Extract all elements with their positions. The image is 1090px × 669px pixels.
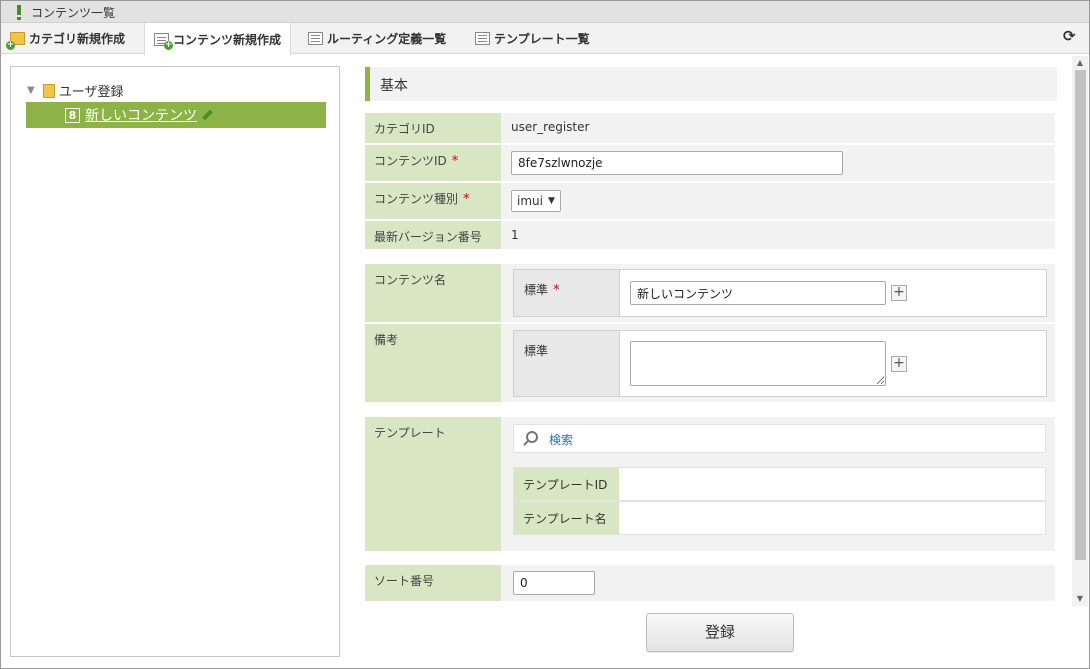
search-icon[interactable]	[526, 431, 538, 443]
template-search-link[interactable]: 検索	[549, 431, 573, 448]
content-name-locale-box: 標準* +	[513, 269, 1047, 317]
content-name-input[interactable]	[630, 281, 886, 305]
section-title: 基本	[380, 78, 408, 94]
list-icon	[475, 32, 490, 45]
row-content-id: コンテンツID *	[365, 145, 1055, 181]
folder-add-icon	[6, 32, 25, 50]
pencil-icon	[199, 108, 213, 122]
tree-node-label: 新しいコンテンツ	[85, 108, 197, 124]
tab-category-create[interactable]: カテゴリ新規作成	[1, 23, 134, 54]
refresh-icon[interactable]: ⟳	[1063, 29, 1077, 44]
scroll-down-icon[interactable]: ▼	[1072, 592, 1088, 606]
required-mark: *	[553, 283, 560, 298]
content-form: 基本 カテゴリID user_register コンテンツID* コンテンツ種別…	[352, 56, 1072, 667]
tab-label: テンプレート一覧	[494, 32, 590, 46]
field-label: 最新バージョン番号	[365, 221, 501, 249]
template-id-label: テンプレートID	[514, 468, 619, 500]
field-label: カテゴリID	[365, 113, 501, 143]
tree-node-new-content[interactable]: 8 新しいコンテンツ	[26, 102, 326, 128]
locale-label: 標準 *	[514, 270, 620, 316]
tab-bar: カテゴリ新規作成 コンテンツ新規作成 ルーティング定義一覧 テンプレート一覧 ⟳	[1, 23, 1089, 55]
row-remarks: 備考 標準 +	[365, 324, 1055, 402]
tree-node-user-register[interactable]: ▼ ユーザ登録	[27, 81, 123, 100]
document-add-icon	[154, 32, 173, 50]
tree-node-label: ユーザ登録	[58, 85, 124, 100]
list-icon	[308, 32, 323, 45]
field-label: ソート番号	[365, 565, 501, 601]
row-sort-order: ソート番号	[365, 565, 1055, 601]
content-number-badge: 8	[65, 107, 80, 123]
scroll-up-icon[interactable]: ▲	[1072, 56, 1088, 70]
title-bar: コンテンツ一覧	[1, 1, 1089, 23]
tab-routing-list[interactable]: ルーティング定義一覧	[299, 23, 455, 54]
remarks-locale-box: 標準 +	[513, 330, 1047, 397]
latest-version-value: 1	[511, 228, 519, 242]
scroll-thumb[interactable]	[1075, 70, 1086, 560]
row-category-id: カテゴリID user_register	[365, 113, 1055, 143]
field-label: 備考	[365, 324, 501, 402]
sort-order-input[interactable]	[513, 571, 595, 595]
category-tree: ▼ ユーザ登録 8 新しいコンテンツ	[10, 66, 340, 657]
field-label: コンテンツID *	[365, 145, 501, 181]
tab-content-create[interactable]: コンテンツ新規作成	[144, 23, 292, 55]
row-content-name: コンテンツ名 標準* +	[365, 264, 1055, 322]
folder-icon	[42, 83, 55, 98]
dropdown-arrow-icon: ▼	[547, 196, 555, 206]
field-label: コンテンツ種別 *	[365, 183, 501, 219]
window-title: コンテンツ一覧	[31, 6, 116, 20]
field-label: コンテンツ名	[365, 264, 501, 322]
content-type-select[interactable]: imui ▼	[511, 190, 561, 212]
locale-label: 標準	[514, 331, 620, 396]
vertical-scrollbar[interactable]: ▲ ▼	[1072, 56, 1088, 606]
content-id-input[interactable]	[511, 151, 843, 175]
row-latest-version: 最新バージョン番号 1	[365, 221, 1055, 249]
category-id-value: user_register	[511, 120, 590, 134]
row-template: テンプレート 検索 テンプレートID テンプレート名	[365, 417, 1055, 551]
register-button[interactable]: 登録	[646, 613, 794, 652]
field-label: テンプレート	[365, 417, 501, 551]
template-search-box: 検索	[513, 424, 1046, 453]
remarks-textarea[interactable]	[630, 341, 886, 386]
section-header: 基本	[365, 67, 1057, 101]
tab-template-list[interactable]: テンプレート一覧	[466, 23, 599, 54]
template-name-row: テンプレート名	[513, 501, 1046, 535]
tab-label: ルーティング定義一覧	[327, 32, 447, 46]
required-mark: *	[451, 154, 459, 169]
add-locale-button[interactable]: +	[891, 285, 907, 301]
template-id-row: テンプレートID	[513, 467, 1046, 501]
expand-arrow-icon[interactable]: ▼	[27, 85, 35, 96]
tab-label: カテゴリ新規作成	[29, 32, 126, 46]
tab-label: コンテンツ新規作成	[173, 32, 282, 47]
title-marker-icon	[17, 5, 21, 20]
add-locale-button[interactable]: +	[891, 356, 907, 372]
required-mark: *	[463, 192, 470, 207]
template-name-label: テンプレート名	[514, 502, 619, 534]
row-content-type: コンテンツ種別 * imui ▼	[365, 183, 1055, 219]
